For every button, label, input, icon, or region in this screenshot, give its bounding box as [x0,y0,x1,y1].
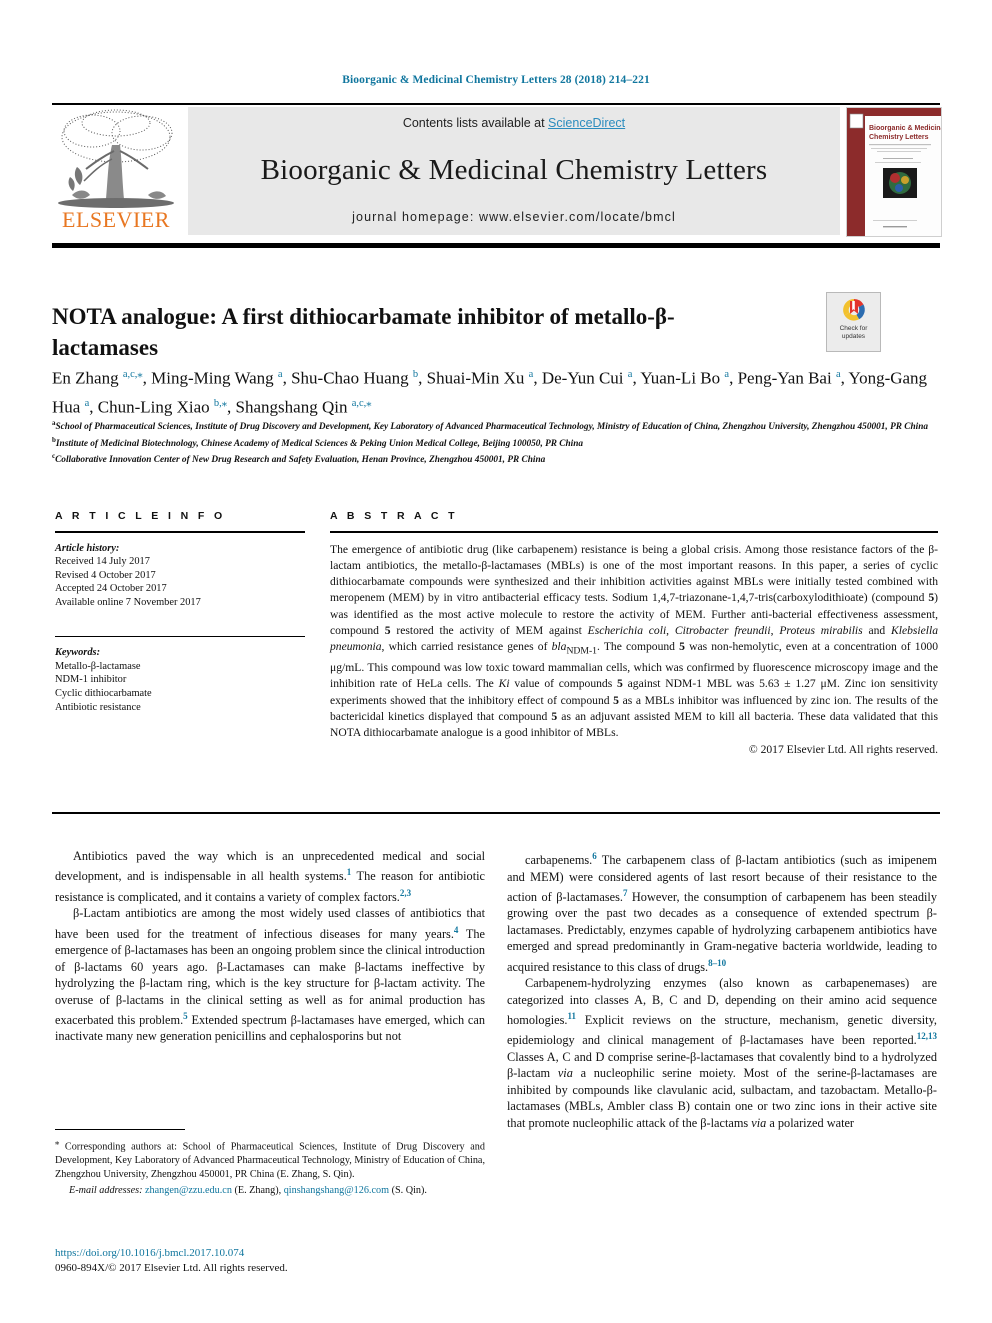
doi-link[interactable]: https://doi.org/10.1016/j.bmcl.2017.10.0… [55,1246,495,1261]
affiliation-item: aSchool of Pharmaceutical Sciences, Inst… [52,417,932,434]
journal-cover-thumbnail: Bioorganic & Medicinal Chemistry Letters [846,107,942,237]
article-info-heading: A R T I C L E I N F O [55,510,226,522]
article-history-item: Accepted 24 October 2017 [55,583,167,595]
affiliation-text: School of Pharmaceutical Sciences, Insti… [55,422,929,433]
footnote-rule [55,1129,185,1131]
elsevier-tree-icon [58,109,174,208]
keyword-item: Cyclic dithiocarbamate [55,687,152,699]
page-title: NOTA analogue: A first dithiocarbamate i… [52,304,675,361]
keyword-item: Antibiotic resistance [55,701,141,713]
svg-text:Bioorganic & Medicinal: Bioorganic & Medicinal [869,125,941,132]
masthead-center-panel: Contents lists available at ScienceDirec… [188,107,840,235]
article-history-item: Revised 4 October 2017 [55,569,156,581]
body-paragraph: Antibiotics paved the way which is an un… [55,849,486,904]
article-history-item: Received 14 July 2017 [55,556,150,568]
article-history-block: Article history: Received 14 July 2017 R… [55,542,305,610]
keywords-block: Keywords: Metallo-β-lactamase NDM-1 inhi… [55,646,305,714]
body-column-left: Antibiotics paved the way which is an un… [55,848,485,1045]
abstract-rule [330,531,938,533]
journal-cover-image: Bioorganic & Medicinal Chemistry Letters [847,108,941,236]
article-history-label: Article history: [55,542,120,554]
body-paragraph: carbapenems.6 The carbapenem class of β-… [507,851,937,974]
elsevier-logo: ELSEVIER [52,107,180,235]
affiliation-list: aSchool of Pharmaceutical Sciences, Inst… [52,417,932,467]
crossmark-badge[interactable]: Check for updates [826,292,881,352]
body-paragraph: Carbapenem-hydrolyzing enzymes (also kno… [507,976,937,1130]
masthead-bottom-rule [52,243,940,248]
footnote-emails[interactable]: E-mail addresses: zhangen@zzu.edu.cn (E.… [55,1184,485,1197]
journal-masthead: ELSEVIER Contents lists available at Sci… [52,103,942,237]
abstract-heading: A B S T R A C T [330,510,458,522]
footnote-corresponding: ⁎ Corresponding authors at: School of Ph… [55,1137,485,1180]
affiliation-item: cCollaborative Innovation Center of New … [52,450,932,467]
svg-text:Chemistry Letters: Chemistry Letters [869,134,929,141]
running-head: Bioorganic & Medicinal Chemistry Letters… [342,74,650,86]
keywords-rule [55,635,305,638]
body-column-right: carbapenems.6 The carbapenem class of β-… [507,848,937,1131]
article-history-item: Available online 7 November 2017 [55,596,201,608]
journal-homepage-line[interactable]: journal homepage: www.elsevier.com/locat… [352,210,676,224]
affiliation-text: Institute of Medicinal Biotechnology, Ch… [55,438,584,449]
keyword-item: Metallo-β-lactamase [55,660,141,672]
article-info-rule [55,531,305,533]
article-info-section: A R T I C L E I N F O Article history: R… [55,510,305,714]
corresponding-author-footnote: ⁎ Corresponding authors at: School of Ph… [55,1129,485,1197]
crossmark-icon [842,299,865,321]
keywords-label: Keywords: [55,647,101,659]
abstract-bottom-rule [52,812,940,814]
journal-title: Bioorganic & Medicinal Chemistry Letters [260,153,768,186]
crossmark-label: Check for updates [840,325,868,341]
abstract-copyright: © 2017 Elsevier Ltd. All rights reserved… [748,743,938,757]
author-list: En Zhang a,c,⁎, Ming-Ming Wang a, Shu-Ch… [52,368,928,417]
page-footer: https://doi.org/10.1016/j.bmcl.2017.10.0… [55,1246,495,1276]
crossmark-line1: Check for [839,325,868,332]
contents-available-line: Contents lists available at ScienceDirec… [403,116,625,130]
paper-page: Bioorganic & Medicinal Chemistry Letters… [0,0,992,1323]
body-paragraph: β-Lactam antibiotics are among the most … [55,906,485,1044]
contents-available-prefix: Contents lists available at [402,116,549,130]
affiliation-item: bInstitute of Medicinal Biotechnology, C… [52,434,932,451]
affiliation-text: Collaborative Innovation Center of New D… [55,455,546,466]
abstract-body: The emergence of antibiotic drug (like c… [330,542,939,740]
crossmark-line2: updates [841,333,866,340]
elsevier-wordmark: ELSEVIER [62,207,170,232]
sciencedirect-link[interactable]: ScienceDirect [548,116,625,130]
masthead-top-rule [52,103,940,105]
keyword-item: NDM-1 inhibitor [55,674,127,686]
abstract-section: A B S T R A C T The emergence of antibio… [330,510,938,759]
issn-copyright-line: 0960-894X/© 2017 Elsevier Ltd. All right… [55,1262,288,1274]
